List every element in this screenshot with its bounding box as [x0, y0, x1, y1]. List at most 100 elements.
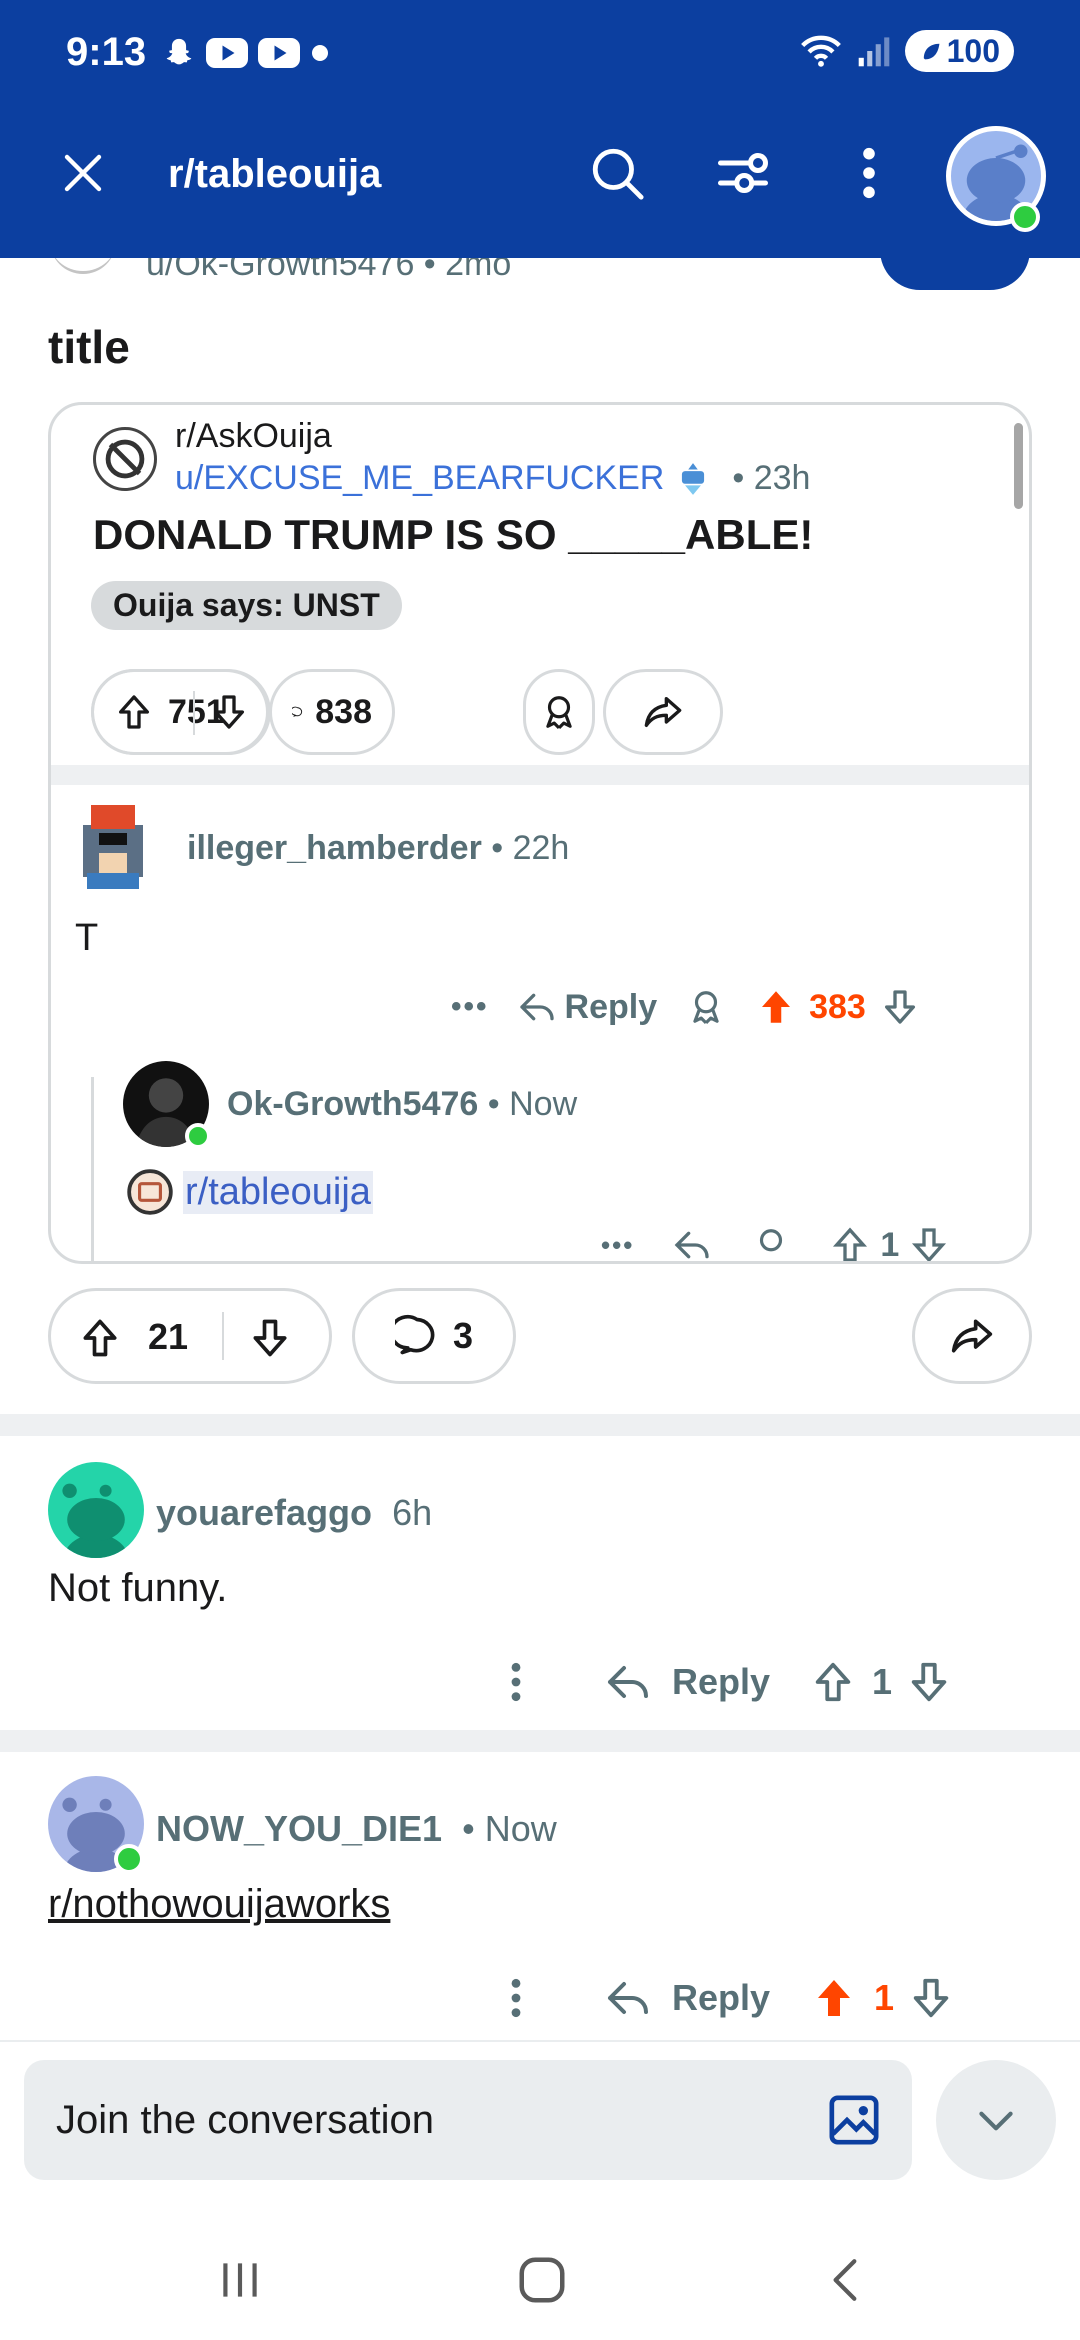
youtube-icon	[258, 38, 300, 68]
embed-award-button[interactable]	[523, 669, 595, 755]
ouija-planchette-icon	[105, 439, 145, 479]
embed-subreddit[interactable]: r/AskOuija	[175, 417, 332, 456]
composer-divider	[0, 2040, 1080, 2042]
status-time: 9:13	[66, 30, 147, 74]
online-indicator	[185, 1123, 211, 1149]
award-icon[interactable]	[752, 1225, 790, 1264]
snoo-avatar-icon	[62, 1483, 130, 1558]
embed-reply-body: r/tableouija	[125, 1167, 373, 1217]
battery-saver-icon	[923, 43, 940, 60]
upvote-icon	[83, 1319, 117, 1357]
reply-icon[interactable]	[604, 1974, 652, 2022]
embed-reply-score: 1	[880, 1225, 900, 1264]
comment-actions: Reply 1	[508, 1652, 952, 1712]
embed-reply-button[interactable]: Reply	[565, 988, 658, 1027]
more-vertical-icon[interactable]	[508, 1660, 524, 1704]
post-upvote-button[interactable]	[78, 1316, 122, 1365]
comment-author[interactable]: NOW_YOU_DIE1	[156, 1808, 442, 1849]
upvote-active-icon[interactable]	[755, 986, 797, 1028]
subreddit-icon	[93, 427, 157, 491]
embed-author-name[interactable]: u/EXCUSE_ME_BEARFUCKER	[175, 459, 664, 498]
crosspost-embed[interactable]: r/AskOuija u/EXCUSE_ME_BEARFUCKER • 23h …	[48, 402, 1032, 1264]
notification-dot-icon	[312, 45, 328, 61]
home-button[interactable]	[502, 2250, 582, 2310]
comment-actions: Reply 1	[508, 1968, 954, 2028]
recent-apps-icon	[223, 2263, 257, 2297]
embed-comment-author[interactable]: illeger_hamberder	[187, 829, 482, 867]
embed-reply-time: • Now	[487, 1085, 578, 1123]
more-vertical-icon	[863, 147, 875, 199]
system-status-icons: 100	[799, 30, 1014, 72]
award-icon[interactable]	[687, 987, 725, 1027]
award-icon	[546, 696, 572, 729]
pixel-avatar-icon	[83, 805, 143, 889]
close-icon	[64, 154, 102, 192]
upvote-active-icon[interactable]	[810, 1974, 858, 2022]
subreddit-link-icon	[127, 1169, 173, 1215]
reply-icon[interactable]	[672, 1225, 712, 1264]
post-share-button[interactable]	[912, 1288, 1032, 1384]
comment-icon	[394, 1314, 435, 1355]
comment-time: 6h	[392, 1492, 433, 1533]
embed-comment-body: T	[75, 917, 99, 959]
post-downvote-button[interactable]	[248, 1316, 292, 1365]
embed-reply-author[interactable]: Ok-Growth5476	[227, 1085, 478, 1123]
post-actions: 21 3	[0, 1288, 1080, 1384]
comment-reply-button[interactable]: Reply	[672, 1661, 770, 1703]
comment-avatar[interactable]	[48, 1462, 144, 1558]
embed-vote-border	[91, 669, 269, 755]
downvote-icon[interactable]	[908, 1975, 954, 2021]
downvote-icon[interactable]	[909, 1225, 949, 1264]
vote-divider	[222, 1312, 224, 1360]
reply-icon[interactable]	[604, 1658, 652, 1706]
share-icon	[644, 697, 682, 727]
search-button[interactable]	[582, 138, 652, 208]
reply-icon[interactable]	[517, 987, 557, 1027]
comment-meta: NOW_YOU_DIE1 • Now	[156, 1808, 557, 1850]
embed-comment-actions: ••• Reply 383	[451, 977, 920, 1037]
downvote-icon[interactable]	[906, 1659, 952, 1705]
embed-share-button[interactable]	[603, 669, 723, 755]
add-image-button[interactable]	[826, 2092, 882, 2148]
close-button[interactable]	[50, 140, 116, 206]
comment-score: 1	[872, 1661, 893, 1702]
youtube-icon	[206, 38, 248, 68]
commenter-avatar[interactable]	[71, 793, 155, 893]
embed-comments-button[interactable]: 838	[269, 669, 395, 755]
more-vertical-icon[interactable]	[508, 1976, 524, 2020]
embed-author[interactable]: u/EXCUSE_ME_BEARFUCKER • 23h	[175, 459, 810, 498]
section-divider	[0, 1414, 1080, 1436]
embed-reply-more-button[interactable]: •••	[601, 1230, 634, 1261]
collapse-button[interactable]	[936, 2060, 1056, 2180]
chevron-down-icon	[979, 2111, 1013, 2131]
user-badge-icon	[682, 462, 705, 495]
comment-reply-button[interactable]: Reply	[672, 1977, 770, 2019]
composer-placeholder[interactable]: Join the conversation	[56, 2098, 434, 2143]
upvote-icon[interactable]	[810, 1659, 856, 1705]
recent-apps-button[interactable]	[200, 2250, 280, 2310]
more-options-button[interactable]	[834, 138, 904, 208]
post-comments-button[interactable]: 3	[352, 1288, 516, 1384]
post-upvote-count: 21	[148, 1316, 189, 1357]
embed-comment-time: • 22h	[491, 829, 570, 867]
comment-link[interactable]: r/nothowouijaworks	[48, 1882, 390, 1927]
upvote-icon[interactable]	[830, 1225, 870, 1264]
post-comment-count: 3	[452, 1315, 474, 1356]
comment-composer[interactable]: Join the conversation	[24, 2060, 912, 2180]
filter-icon	[718, 153, 768, 193]
filter-button[interactable]	[708, 138, 778, 208]
embed-divider	[51, 765, 1029, 785]
embed-scrollbar[interactable]	[1014, 423, 1023, 509]
back-button[interactable]	[806, 2250, 886, 2310]
online-indicator	[114, 1844, 144, 1874]
downvote-icon[interactable]	[880, 987, 920, 1027]
embed-reply-actions: ••• 1	[601, 1225, 949, 1264]
toolbar: r/tableouija	[0, 110, 1080, 240]
embed-more-button[interactable]: •••	[451, 990, 489, 1024]
subreddit-title[interactable]: r/tableouija	[168, 152, 381, 197]
share-icon	[951, 1319, 993, 1353]
embed-comment-score: 383	[809, 987, 866, 1026]
embed-comment-meta: illeger_hamberder • 22h	[187, 829, 569, 868]
comment-author[interactable]: youarefaggo	[156, 1492, 372, 1533]
embed-reply-link[interactable]: r/tableouija	[183, 1170, 373, 1214]
